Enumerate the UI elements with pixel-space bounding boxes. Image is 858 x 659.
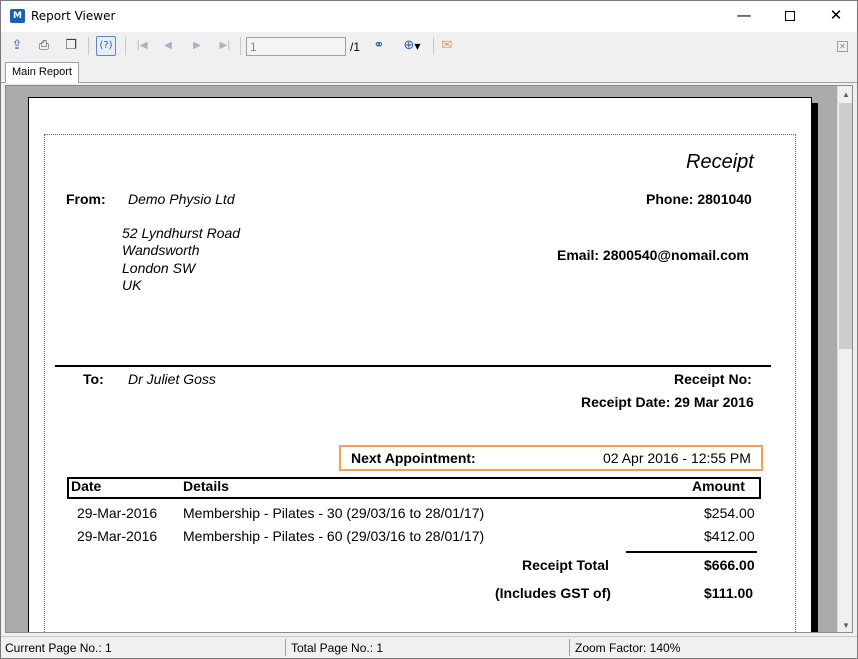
tab-main-report[interactable]: Main Report	[5, 62, 79, 83]
receipt-total-label: Receipt Total	[522, 557, 609, 573]
table-cell-date: 29-Mar-2016	[77, 505, 158, 521]
help-icon[interactable]: (?)	[96, 36, 116, 56]
divider	[55, 365, 771, 367]
gst-value: $111.00	[704, 585, 754, 601]
toolbar-separator	[240, 37, 241, 55]
address-line: UK	[122, 277, 142, 293]
from-label: From:	[66, 191, 106, 207]
toolbar-separator	[88, 37, 89, 55]
next-page-icon[interactable]: ▶	[187, 36, 207, 56]
first-page-icon[interactable]: |◀	[132, 36, 152, 56]
table-cell-details: Membership - Pilates - 60 (29/03/16 to 2…	[183, 528, 485, 544]
minimize-button[interactable]: —	[721, 1, 767, 32]
receipt-total-value: $666.00	[704, 557, 755, 573]
address-line: Wandsworth	[122, 242, 200, 258]
chevron-down-icon: ▼	[414, 42, 421, 51]
report-page: Receipt From: Demo Physio Ltd Phone: 280…	[28, 97, 812, 632]
table-header-date: Date	[71, 478, 102, 494]
email: Email: 2800540@nomail.com	[557, 247, 749, 263]
status-current-page: Current Page No.: 1	[5, 641, 112, 655]
address-line: 52 Lyndhurst Road	[122, 225, 241, 241]
table-cell-details: Membership - Pilates - 30 (29/03/16 to 2…	[183, 505, 485, 521]
scroll-down-icon[interactable]: ▼	[838, 617, 852, 632]
email-icon[interactable]: ✉	[437, 36, 457, 56]
receipt-no-label: Receipt No:	[674, 371, 752, 387]
maximize-icon	[785, 11, 795, 21]
total-divider	[626, 551, 757, 553]
close-icon[interactable]: ✕	[837, 41, 848, 52]
gst-label: (Includes GST of)	[495, 585, 611, 601]
vertical-scrollbar[interactable]: ▲ ▼	[837, 86, 852, 632]
report-viewer-window: M Report Viewer — ✕ ⇪ ⎙ ❐ (?) |◀ ◀ ▶ ▶| …	[0, 0, 858, 659]
tab-bar: Main Report	[1, 60, 857, 83]
scroll-up-icon[interactable]: ▲	[838, 86, 852, 103]
next-appointment-label: Next Appointment:	[351, 450, 476, 466]
last-page-icon[interactable]: ▶|	[215, 36, 235, 56]
copy-icon[interactable]: ❐	[61, 36, 81, 56]
toolbar: ⇪ ⎙ ❐ (?) |◀ ◀ ▶ ▶| /1 ⚭ ⊕▼ ✉ ✕	[1, 32, 857, 60]
prev-page-icon[interactable]: ◀	[158, 36, 178, 56]
toolbar-separator	[125, 37, 126, 55]
export-icon[interactable]: ⇪	[7, 36, 27, 56]
table-header-amount: Amount	[692, 478, 745, 494]
table-header-box	[67, 477, 761, 499]
page-number-input[interactable]	[246, 37, 346, 56]
report-canvas[interactable]: Receipt From: Demo Physio Ltd Phone: 280…	[5, 85, 853, 633]
table-header-details: Details	[183, 478, 229, 494]
from-name: Demo Physio Ltd	[128, 191, 235, 207]
status-total-page: Total Page No.: 1	[291, 641, 384, 655]
to-label: To:	[83, 371, 104, 387]
page-total-label: /1	[350, 40, 361, 54]
status-separator	[569, 639, 570, 656]
phone: Phone: 2801040	[646, 191, 752, 207]
page-shadow	[812, 103, 818, 632]
table-cell-amount: $412.00	[704, 528, 755, 544]
table-cell-amount: $254.00	[704, 505, 755, 521]
maximize-button[interactable]	[767, 1, 813, 32]
report-title: Receipt	[686, 151, 754, 173]
address-line: London SW	[122, 260, 196, 276]
app-icon: M	[10, 9, 25, 23]
table-cell-date: 29-Mar-2016	[77, 528, 158, 544]
receipt-date: Receipt Date: 29 Mar 2016	[581, 394, 754, 410]
status-bar: Current Page No.: 1 Total Page No.: 1 Zo…	[1, 636, 857, 658]
next-appointment-value: 02 Apr 2016 - 12:55 PM	[603, 450, 751, 466]
to-name: Dr Juliet Goss	[128, 371, 216, 387]
scroll-thumb[interactable]	[839, 103, 852, 349]
find-icon[interactable]: ⚭	[369, 36, 389, 56]
toolbar-separator	[433, 37, 434, 55]
close-window-button[interactable]: ✕	[813, 1, 858, 32]
print-icon[interactable]: ⎙	[34, 36, 54, 56]
status-zoom: Zoom Factor: 140%	[575, 641, 681, 655]
zoom-icon[interactable]: ⊕▼	[397, 36, 427, 56]
status-separator	[285, 639, 286, 656]
title-bar[interactable]: M Report Viewer — ✕	[1, 1, 857, 32]
window-title: Report Viewer	[31, 9, 116, 23]
